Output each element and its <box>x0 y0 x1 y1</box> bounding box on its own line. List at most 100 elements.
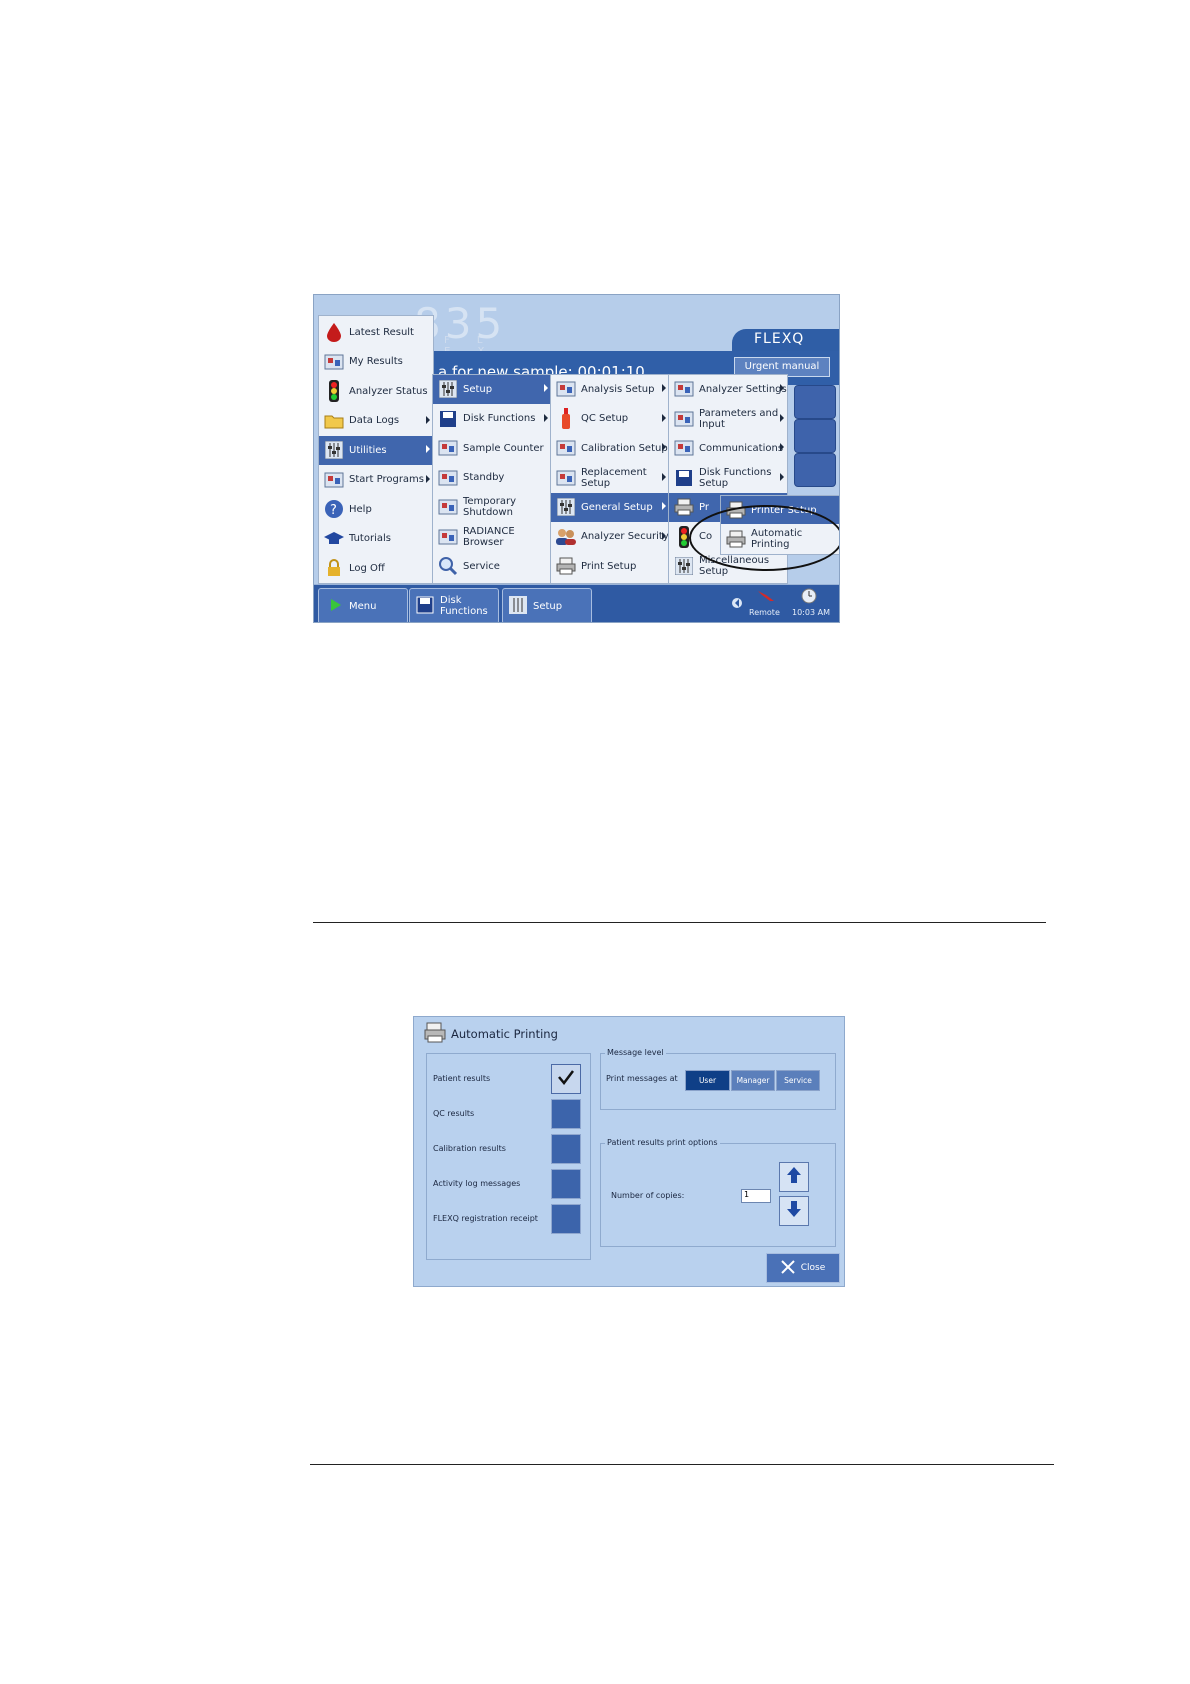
disk-functions-label: Disk Functions <box>440 595 488 617</box>
menu-item[interactable]: QC Setup <box>551 405 669 434</box>
submenu-arrow-icon <box>662 443 666 451</box>
menu-item[interactable]: Print Setup <box>551 552 669 581</box>
setup-menu: Analysis Setup QC Setup Calibration Setup R… <box>550 374 670 584</box>
checkbox[interactable] <box>551 1169 581 1199</box>
chevron-left-icon[interactable] <box>732 595 742 614</box>
menu-item[interactable]: My Results <box>319 348 433 377</box>
menu-item[interactable]: Disk Functions <box>433 405 551 434</box>
menu-button-label: Menu <box>349 600 377 612</box>
submenu-arrow-icon <box>780 384 784 392</box>
checkbox-label: FLEXQ registration receipt <box>433 1214 538 1223</box>
checkbox[interactable] <box>551 1204 581 1234</box>
radiance-icon <box>437 526 459 548</box>
increment-button[interactable] <box>779 1162 809 1192</box>
level-user-button[interactable]: User <box>685 1070 730 1091</box>
checkbox[interactable] <box>551 1134 581 1164</box>
menu-item[interactable]: Service <box>433 552 551 581</box>
copies-input[interactable]: 1 <box>741 1189 771 1203</box>
clock-label: 10:03 AM <box>792 608 830 617</box>
menu-item-label: Temporary Shutdown <box>463 496 517 519</box>
menu-item[interactable]: Communications <box>669 434 787 463</box>
menu-button[interactable]: Menu <box>318 588 408 622</box>
menu-item[interactable]: Replacement Setup <box>551 464 669 493</box>
menu-item[interactable]: Utilities <box>319 436 433 465</box>
menu-item-label: Latest Result <box>349 326 414 338</box>
menu-item[interactable]: Analyzer Security <box>551 523 669 552</box>
submenu-arrow-icon <box>426 445 430 453</box>
submenu-arrow-icon <box>662 413 666 422</box>
menu-item-label: Start Programs <box>349 474 425 486</box>
menu-item-label: My Results <box>349 356 403 368</box>
level-manager-button[interactable]: Manager <box>731 1070 775 1091</box>
message-level-group: Message level Print messages at User Man… <box>600 1048 836 1110</box>
sliders-icon <box>673 555 695 577</box>
menu-item[interactable]: Data Logs <box>319 407 433 436</box>
close-button[interactable]: Close <box>766 1253 840 1283</box>
menu-item[interactable]: Parameters and Input <box>669 405 787 434</box>
main-menu: Latest Result My Results Analyzer Status Da… <box>318 315 434 584</box>
folder-icon <box>323 410 345 432</box>
magnifier-icon <box>437 555 459 577</box>
submenu-arrow-icon <box>780 443 784 451</box>
menu-item[interactable]: Latest Result <box>319 318 433 347</box>
submenu-arrow-icon <box>544 384 548 392</box>
menu-item[interactable]: Sample Counter <box>433 434 551 463</box>
disk-functions-button[interactable]: Disk Functions <box>409 588 499 622</box>
menu-item[interactable]: Analysis Setup <box>551 375 669 404</box>
checkbox-row: QC results <box>433 1099 583 1129</box>
side-button[interactable] <box>794 453 836 487</box>
menu-item[interactable]: Tutorials <box>319 525 433 554</box>
menu-item-label: Analyzer Status <box>349 385 428 397</box>
checkbox[interactable] <box>551 1064 581 1094</box>
menu-item[interactable]: Analyzer Settings <box>669 375 787 404</box>
side-button[interactable] <box>794 419 836 453</box>
print-options-legend: Patient results print options <box>605 1138 720 1147</box>
checkbox-row: FLEXQ registration receipt <box>433 1204 583 1234</box>
menu-item[interactable]: General Setup <box>551 493 669 522</box>
menu-item[interactable]: ? Help <box>319 495 433 524</box>
programs-icon <box>323 469 345 491</box>
menu-item-label: Tutorials <box>349 533 391 545</box>
printer-icon <box>555 555 577 577</box>
user-results-icon <box>323 351 345 373</box>
menu-item-label: RADIANCE Browser <box>463 525 515 548</box>
sliders-icon <box>509 595 527 617</box>
print-categories-panel: Patient results QC results Calibration res… <box>426 1053 591 1260</box>
ampoule-icon <box>555 407 577 430</box>
counter-icon <box>437 437 459 459</box>
submenu-arrow-icon <box>662 472 666 481</box>
dialog-title: Automatic Printing <box>451 1027 558 1041</box>
menu-item-label: Utilities <box>349 444 387 456</box>
submenu-arrow-icon <box>426 474 430 483</box>
menu-item[interactable]: RADIANCE Browser <box>433 523 551 552</box>
submenu-arrow-icon <box>544 413 548 422</box>
side-button[interactable] <box>794 385 836 419</box>
menu-item[interactable]: Temporary Shutdown <box>433 493 551 522</box>
decrement-button[interactable] <box>779 1196 809 1226</box>
sliders-icon <box>437 378 459 400</box>
traffic-light-icon <box>323 380 345 403</box>
menu-item-label: Standby <box>463 472 505 484</box>
menu-item-label: QC Setup <box>581 413 629 425</box>
setup-button[interactable]: Setup <box>502 588 592 622</box>
replacement-icon <box>555 467 577 489</box>
floppy-disk-icon <box>437 408 459 430</box>
checkbox-label: Patient results <box>433 1074 491 1083</box>
menu-item[interactable]: Disk Functions Setup <box>669 464 787 493</box>
menu-item[interactable]: Calibration Setup <box>551 434 669 463</box>
menu-item[interactable]: Standby <box>433 464 551 493</box>
menu-item[interactable]: Log Off <box>319 554 433 583</box>
divider <box>310 1464 1054 1465</box>
checkbox-row: Calibration results <box>433 1134 583 1164</box>
arrow-down-icon <box>787 1201 801 1221</box>
checkbox[interactable] <box>551 1099 581 1129</box>
level-service-button[interactable]: Service <box>776 1070 820 1091</box>
menu-item-label: Help <box>349 503 372 515</box>
print-messages-label: Print messages at <box>606 1074 678 1083</box>
menu-item[interactable]: Analyzer Status <box>319 377 433 406</box>
standby-icon <box>437 467 459 489</box>
remote-label: Remote <box>749 608 780 617</box>
menu-item[interactable]: Setup <box>433 375 551 404</box>
submenu-arrow-icon <box>426 415 430 424</box>
menu-item[interactable]: Start Programs <box>319 466 433 495</box>
